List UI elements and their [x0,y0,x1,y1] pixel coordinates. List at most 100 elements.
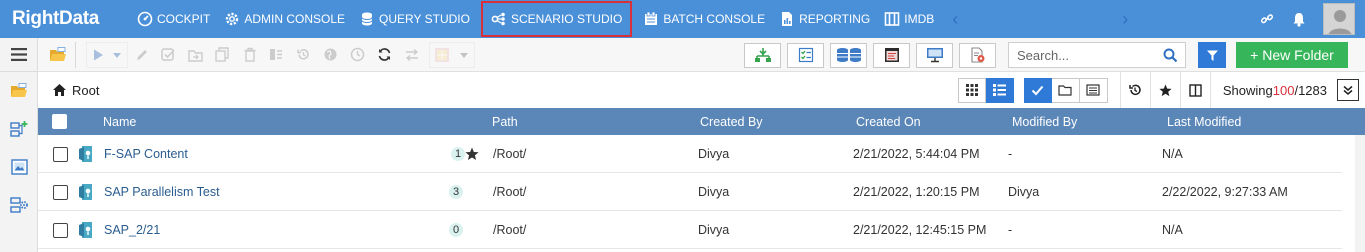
gear-icon [226,12,239,26]
double-chevron-down-icon [1343,85,1353,95]
split-pane-button[interactable] [1179,72,1210,108]
hamburger-menu-button[interactable] [0,38,38,72]
compare-databases-button[interactable] [830,42,867,68]
row-checkbox[interactable] [53,222,68,238]
scenario-toolbar: + New Folder [38,38,1365,72]
showing-count-value: 100 [1272,82,1295,98]
show-all-toggle[interactable] [1023,77,1052,103]
breadcrumb-root[interactable]: Root [72,83,99,98]
row-name-link[interactable]: F-SAP Content [104,135,188,173]
sidebar-add-scenario-button[interactable] [0,110,38,148]
table-row[interactable]: SAP Parallelism Test 3 /Root/ Divya 2/21… [38,173,1342,211]
row-last-modified: 2/22/2022, 9:27:33 AM [1162,185,1288,199]
edit-button[interactable] [128,41,155,69]
edit-check-button[interactable] [155,41,182,69]
nav-right-tools [1251,0,1365,38]
user-avatar[interactable] [1323,3,1355,35]
column-header-created-on[interactable]: Created On [856,108,921,135]
row-path: /Root/ [493,223,527,237]
sidebar-folders-button[interactable] [0,72,38,110]
notifications-button[interactable] [1283,0,1315,38]
export-split-button[interactable] [429,41,475,68]
home-icon[interactable] [52,83,67,97]
rightdata-logo[interactable]: RightData [0,0,130,38]
pencil-icon [136,49,147,60]
row-created-by: Divya [698,185,730,199]
history-button[interactable] [290,41,317,69]
checklist-button[interactable] [787,42,824,68]
open-folder-button[interactable] [44,41,71,69]
nav-items: COCKPIT ADMIN CONSOLE QUERY STUDIO SCENA… [130,0,1135,38]
sidebar-settings-flow-button[interactable] [0,186,38,224]
run-split-button[interactable] [86,41,128,68]
link-button[interactable] [1251,0,1283,38]
nav-cockpit[interactable]: COCKPIT [130,4,217,34]
database-icon [361,12,373,26]
move-button[interactable] [182,41,209,69]
schedule-button[interactable] [344,41,371,69]
search-icon[interactable] [1163,48,1178,63]
folders-toggle[interactable] [1051,77,1080,103]
nav-imdb-label: IMDB [904,12,935,26]
row-name-link[interactable]: SAP Parallelism Test [104,173,220,211]
scenario-file-icon [79,184,92,200]
nav-scroll-left-arrow[interactable]: ‹ [945,4,965,34]
table-row[interactable]: F-SAP Content 1 /Root/ Divya 2/21/2022, … [38,135,1342,173]
history-view-button[interactable] [1119,72,1150,108]
table-header: Name Path Created By Created On Modified… [38,108,1365,135]
row-name-link[interactable]: SAP_2/21 [104,211,160,249]
filter-button[interactable] [1198,42,1226,68]
table-row[interactable]: SAP_2/21 0 /Root/ Divya 2/21/2022, 12:45… [38,211,1342,249]
nav-query-studio-label: QUERY STUDIO [379,12,470,26]
column-header-name[interactable]: Name [103,108,136,135]
favorite-star-icon[interactable] [465,147,479,161]
connection-button[interactable] [744,42,781,68]
nav-batch-console[interactable]: BATCH CONSOLE [636,4,772,34]
databases-icon [836,48,861,62]
monitor-button[interactable] [916,42,953,68]
globe-button[interactable] [317,41,344,69]
new-folder-button[interactable]: + New Folder [1236,42,1348,68]
item-list-icon [1086,84,1100,96]
speedometer-icon [137,11,153,27]
nav-scenario-studio[interactable]: SCENARIO STUDIO [480,1,633,37]
row-last-modified: N/A [1162,223,1183,237]
column-header-last-modified[interactable]: Last Modified [1167,108,1241,135]
favorites-button[interactable] [1149,72,1180,108]
nav-reporting[interactable]: REPORTING [772,4,877,34]
column-header-path[interactable]: Path [492,108,518,135]
terminal-button[interactable] [873,42,910,68]
copy-button[interactable] [209,41,236,69]
showing-count: Showing 100 / 1283 [1209,72,1337,108]
top-navigation-bar: RightData COCKPIT ADMIN CONSOLE QUERY ST… [0,0,1365,38]
list-view-button[interactable] [985,77,1014,103]
image-frame-icon [10,159,28,175]
sidebar-image-button[interactable] [0,148,38,186]
nav-query-studio[interactable]: QUERY STUDIO [352,4,477,34]
checklist-icon [798,47,813,63]
star-icon [1159,84,1172,96]
select-all-checkbox[interactable] [52,114,67,129]
grid-view-button[interactable] [957,77,986,103]
column-header-modified-by[interactable]: Modified By [1012,108,1077,135]
split-button[interactable] [263,41,290,69]
left-sidebar [0,38,38,252]
row-checkbox[interactable] [53,184,68,200]
list-view-icon [992,84,1006,96]
layout-toggle-group [957,77,1014,103]
terminal-icon [884,48,899,62]
items-toggle[interactable] [1079,77,1108,103]
vertical-scrollbar[interactable] [1355,135,1365,252]
column-header-created-by[interactable]: Created By [700,108,763,135]
refresh-button[interactable] [371,41,398,69]
report-settings-button[interactable] [959,42,996,68]
caret-down-icon [113,52,121,58]
nav-imdb[interactable]: IMDB [877,4,941,34]
transfer-button[interactable] [398,41,425,69]
collapse-button[interactable] [1337,79,1359,101]
nav-scroll-right-arrow[interactable]: › [1115,4,1135,34]
delete-button[interactable] [236,41,263,69]
nav-admin-console[interactable]: ADMIN CONSOLE [217,4,352,34]
row-checkbox[interactable] [53,146,68,162]
search-input[interactable] [1017,47,1163,63]
